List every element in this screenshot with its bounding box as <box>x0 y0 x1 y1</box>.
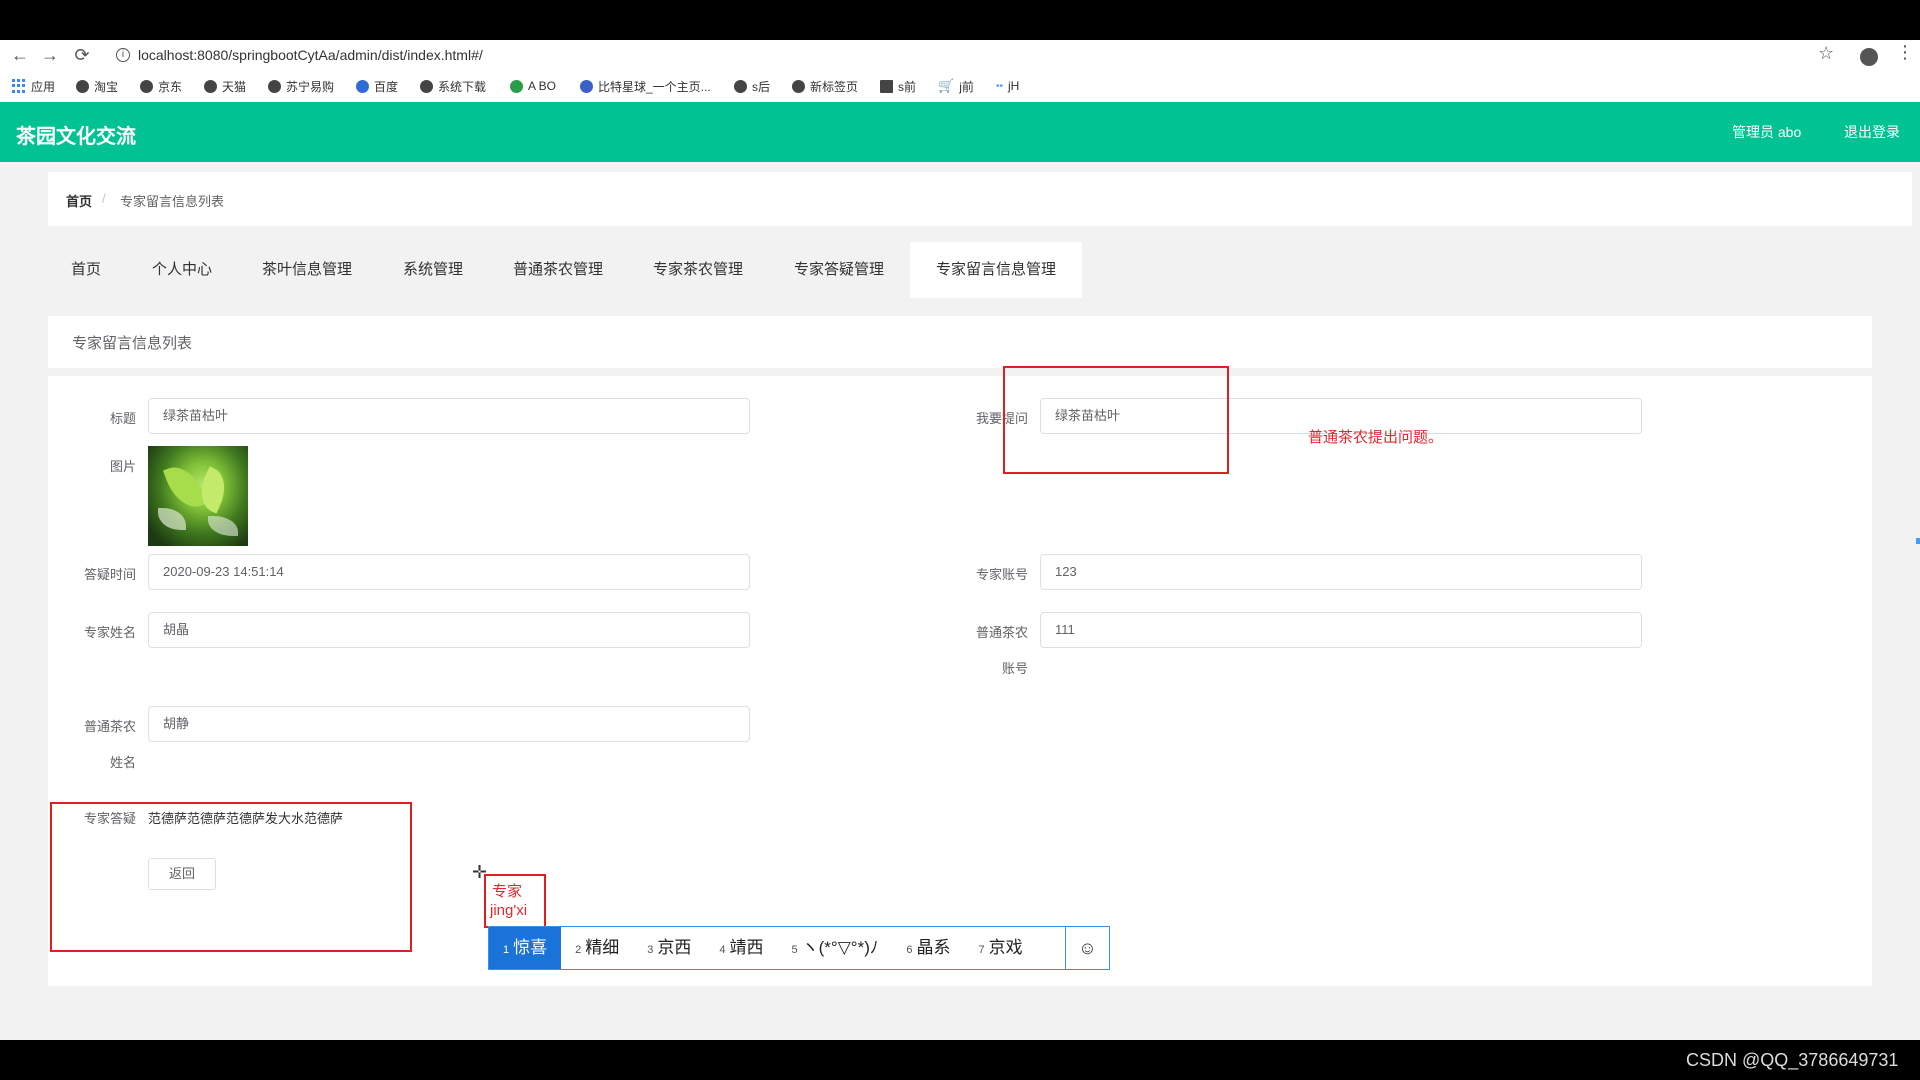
ime-candidate[interactable]: 4 靖西 <box>705 927 777 969</box>
globe-icon <box>792 79 805 93</box>
bookmark-item[interactable]: 比特星球_一个主页... <box>580 77 711 95</box>
expert-account-field[interactable]: 123 <box>1040 554 1642 590</box>
bookmark-item[interactable]: 淘宝 <box>76 77 118 95</box>
farmer-account-label: 普通茶农 <box>975 625 1028 640</box>
browser-chrome: ← → ⟳ i localhost:8080/springbootCytAa/a… <box>0 40 1920 102</box>
ime-candidate[interactable]: 1 惊喜 <box>489 927 562 969</box>
globe-icon <box>204 79 217 93</box>
bottom-black-bar: CSDN @QQ_3786649731 <box>0 1040 1920 1080</box>
detail-form: 标题 绿茶苗枯叶 我要提问 绿茶苗枯叶 图片 答疑时间 2020-09-23 1… <box>48 366 1872 986</box>
ime-candidate[interactable]: 7 京戏 <box>964 927 1036 969</box>
farmer-name-label: 普通茶农 <box>83 719 136 734</box>
farmer-account-label-line2: 账号 <box>1001 661 1028 676</box>
tab-tea-info[interactable]: 茶叶信息管理 <box>262 242 352 298</box>
image-label: 图片 <box>109 459 136 474</box>
annotation-note: 普通茶农提出问题。 <box>1308 429 1444 446</box>
ime-candidate[interactable]: 3 京西 <box>633 927 705 969</box>
annotation-box-question <box>1003 366 1229 474</box>
farmer-account-field[interactable]: 111 <box>1040 612 1642 648</box>
title-field[interactable]: 绿茶苗枯叶 <box>148 398 750 434</box>
bookmark-item[interactable]: 百度 <box>356 77 398 95</box>
ime-candidate[interactable]: 2 精细 <box>561 927 633 969</box>
ime-preedit: 专家 <box>492 883 523 900</box>
bookmark-star-icon[interactable]: ☆ <box>1818 43 1834 64</box>
expert-account-label: 专家账号 <box>975 567 1028 582</box>
globe-icon <box>140 79 153 93</box>
time-field[interactable]: 2020-09-23 14:51:14 <box>148 554 750 590</box>
bookmark-item[interactable]: 天猫 <box>204 77 246 95</box>
smiley-icon[interactable]: ☺ <box>1065 927 1109 969</box>
planet-icon <box>580 79 593 93</box>
forward-arrow-icon[interactable]: → <box>38 43 62 67</box>
expert-name-field[interactable]: 胡晶 <box>148 612 750 648</box>
annotation-box-answer <box>50 802 412 952</box>
edge-marker <box>1916 538 1920 544</box>
breadcrumb: 首页 / 专家留言信息列表 <box>48 172 1912 226</box>
ime-composition: 专家 jing'xi <box>484 874 546 928</box>
logout-link[interactable]: 退出登录 <box>1844 122 1900 142</box>
ime-candidate-bar: 1 惊喜 2 精细 3 京西 4 靖西 5 ヽ(*°▽°*)ﾉ 6 晶系 7 京戏 ☺ <box>488 926 1110 970</box>
breadcrumb-separator: / <box>102 191 106 206</box>
app-header: 茶园文化交流 管理员 abo 退出登录 <box>0 102 1920 162</box>
tea-leaf-image <box>148 446 248 546</box>
bookmark-item[interactable]: 苏宁易购 <box>268 77 334 95</box>
tab-home[interactable]: 首页 <box>71 242 101 298</box>
list-title: 专家留言信息列表 <box>72 335 193 352</box>
globe-icon <box>268 79 281 93</box>
account-icon[interactable] <box>1860 48 1878 66</box>
tab-expert-messages[interactable]: 专家留言信息管理 <box>910 242 1083 298</box>
admin-user-label: 管理员 abo <box>1732 124 1802 140</box>
title-label: 标题 <box>109 411 136 426</box>
tab-personal-center[interactable]: 个人中心 <box>152 242 212 298</box>
watermark: CSDN @QQ_3786649731 <box>1686 1050 1899 1070</box>
farmer-name-field[interactable]: 胡静 <box>148 706 750 742</box>
globe-icon <box>76 79 89 93</box>
bookmark-item[interactable]: 新标签页 <box>792 77 858 95</box>
tab-expert-farmers[interactable]: 专家茶农管理 <box>653 242 743 298</box>
ime-candidate[interactable]: 5 ヽ(*°▽°*)ﾉ <box>778 927 893 969</box>
bookmark-item[interactable]: 🛒 j前 <box>938 77 974 95</box>
bookmark-item[interactable]: •• jH <box>996 77 1019 95</box>
bookmark-item[interactable]: 京东 <box>140 77 182 95</box>
farmer-name-label-line2: 姓名 <box>109 755 136 770</box>
globe-icon <box>420 79 433 93</box>
ime-candidate[interactable]: 6 晶系 <box>892 927 964 969</box>
tab-farmers[interactable]: 普通茶农管理 <box>513 242 603 298</box>
time-label: 答疑时间 <box>83 567 136 582</box>
top-black-bar <box>0 0 1920 40</box>
bookmark-item[interactable]: s后 <box>734 77 770 95</box>
bookmark-item[interactable]: A BO <box>510 77 556 95</box>
bookmark-apps[interactable]: 应用 <box>12 77 55 95</box>
list-header: 专家留言信息列表 <box>48 316 1872 368</box>
cart-icon: 🛒 <box>938 78 955 93</box>
reload-icon[interactable]: ⟳ <box>70 43 94 67</box>
tab-expert-qa[interactable]: 专家答疑管理 <box>794 242 884 298</box>
main-content: 首页 / 专家留言信息列表 首页 个人中心 茶叶信息管理 系统管理 普通茶农管理… <box>0 162 1920 1040</box>
ime-pinyin: jing'xi <box>490 902 528 919</box>
back-arrow-icon[interactable]: ← <box>8 43 32 67</box>
tab-system[interactable]: 系统管理 <box>403 242 463 298</box>
leaf-icon <box>510 79 523 93</box>
address-row: ← → ⟳ i localhost:8080/springbootCytAa/a… <box>0 40 1920 70</box>
dots-icon: •• <box>996 80 1004 92</box>
bookmarks-bar: 应用 淘宝 京东 天猫 苏宁易购 百度 系统下载 A BO 比特星球_一个主页.… <box>0 70 1920 102</box>
url-field[interactable]: localhost:8080/springbootCytAa/admin/dis… <box>138 42 483 68</box>
info-icon[interactable]: i <box>116 48 130 62</box>
bookmark-item[interactable]: 系统下载 <box>420 77 486 95</box>
paw-icon <box>356 79 369 93</box>
breadcrumb-current: 专家留言信息列表 <box>120 194 225 209</box>
more-menu-icon[interactable]: ⋮ <box>1896 42 1914 63</box>
breadcrumb-home[interactable]: 首页 <box>66 191 92 210</box>
chart-icon <box>880 79 893 93</box>
apps-grid-icon <box>12 79 26 93</box>
app-title: 茶园文化交流 <box>16 126 136 148</box>
globe-icon <box>734 79 747 93</box>
bookmark-item[interactable]: s前 <box>880 77 916 95</box>
expert-name-label: 专家姓名 <box>83 625 136 640</box>
